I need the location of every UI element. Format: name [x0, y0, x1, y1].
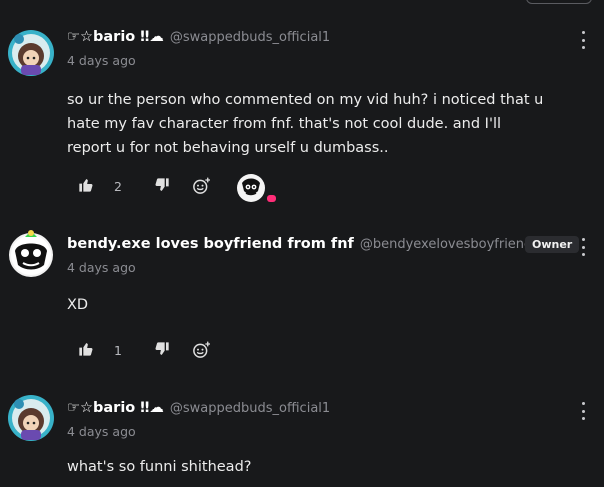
like-count: 1	[114, 343, 122, 358]
thumbs-up-icon[interactable]	[78, 177, 94, 193]
author-name[interactable]: ☞☆bario ‼☁	[67, 400, 164, 416]
author-name[interactable]: bendy.exe loves boyfriend from fnf	[67, 236, 354, 252]
reactor-avatar[interactable]	[236, 173, 266, 203]
more-vertical-icon[interactable]	[578, 238, 588, 256]
avatar[interactable]	[7, 29, 55, 77]
more-vertical-icon[interactable]	[578, 402, 588, 420]
comment-text: what's so funni shithead?	[67, 459, 252, 475]
comment-header: ☞☆bario ‼☁ @swappedbuds_official1	[67, 400, 330, 416]
comment-text: so ur the person who commented on my vid…	[67, 92, 544, 156]
avatar-image	[9, 230, 53, 277]
more-vertical-icon[interactable]	[578, 31, 588, 49]
author-handle[interactable]: @swappedbuds_official1	[170, 30, 330, 45]
timestamp[interactable]: 4 days ago	[67, 424, 136, 439]
like-count: 2	[114, 179, 122, 194]
comment-header: ☞☆bario ‼☁ @swappedbuds_official1	[67, 29, 330, 45]
avatar-image	[8, 395, 54, 441]
reaction-indicator	[267, 195, 276, 202]
comment-text: XD	[67, 297, 89, 313]
author-name[interactable]: ☞☆bario ‼☁	[67, 29, 164, 45]
timestamp[interactable]: 4 days ago	[67, 260, 136, 275]
author-handle[interactable]: @swappedbuds_official1	[170, 401, 330, 416]
timestamp[interactable]: 4 days ago	[67, 53, 136, 68]
avatar[interactable]	[7, 229, 55, 277]
add-reaction-icon[interactable]	[192, 341, 210, 359]
top-button[interactable]	[526, 0, 592, 4]
add-reaction-icon[interactable]	[192, 177, 210, 195]
thumbs-up-icon[interactable]	[78, 341, 94, 357]
thumbs-down-icon[interactable]	[154, 341, 170, 357]
thumbs-down-icon[interactable]	[154, 177, 170, 193]
owner-badge: Owner	[525, 236, 580, 253]
avatar[interactable]	[7, 394, 55, 442]
comment-header: bendy.exe loves boyfriend from fnf @bend…	[67, 236, 562, 252]
comment-thread: ☞☆bario ‼☁ @swappedbuds_official1 4 days…	[0, 0, 604, 487]
avatar-image	[8, 30, 54, 76]
